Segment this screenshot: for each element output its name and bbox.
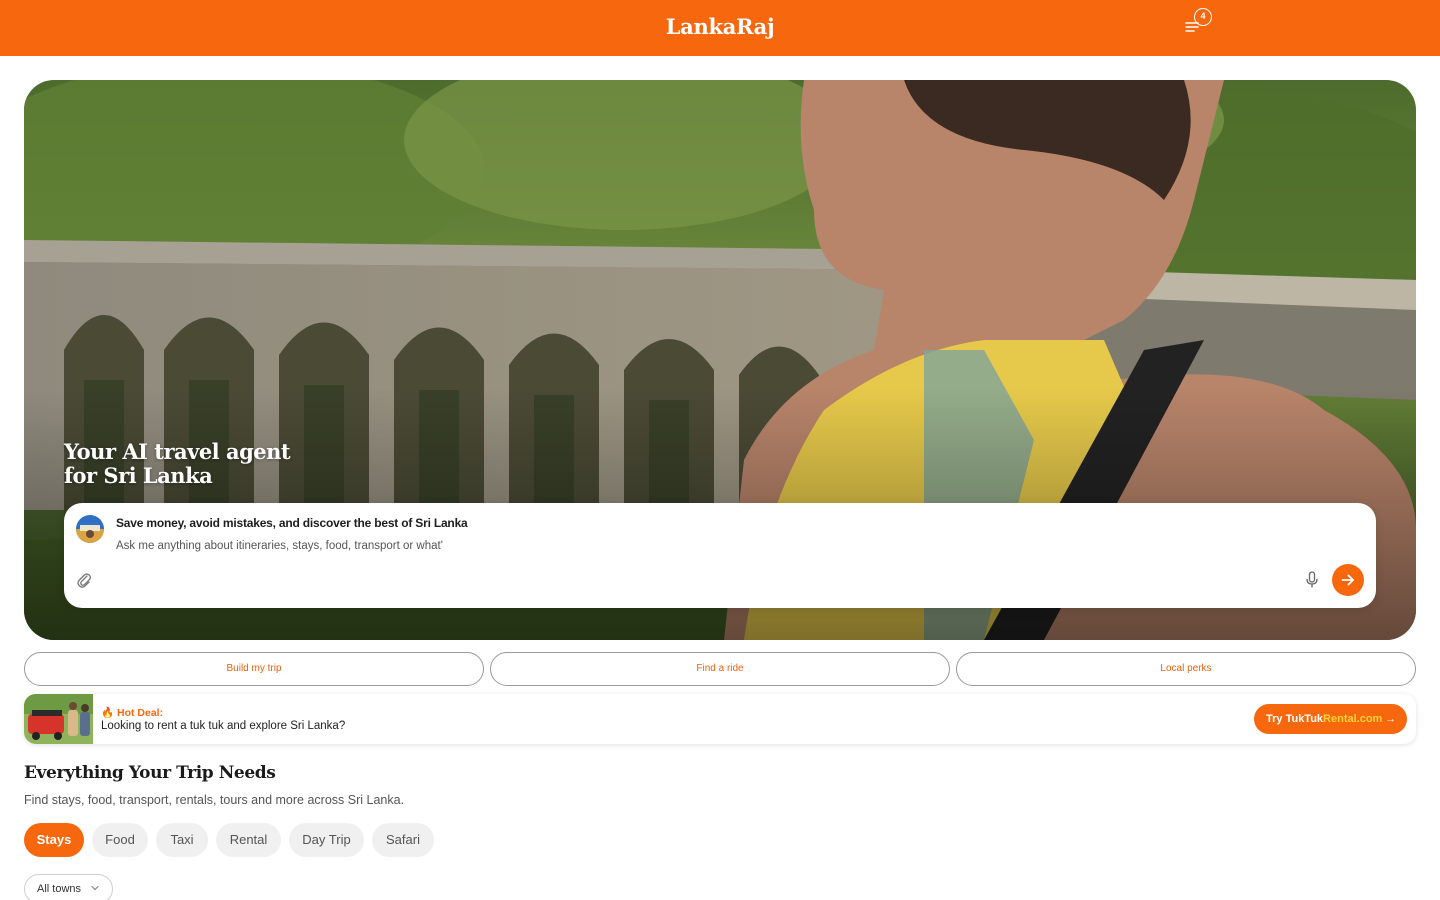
category-tab-food[interactable]: Food: [92, 823, 148, 857]
top-bar: LankaRaj 4: [0, 0, 1440, 56]
chevron-down-icon: [91, 885, 99, 891]
hero-title-line-1: Your AI travel agent: [64, 439, 291, 464]
agent-avatar: [76, 515, 104, 543]
category-tab-stays[interactable]: Stays: [24, 823, 84, 857]
deal-tag: 🔥 Hot Deal:: [101, 707, 164, 719]
town-filter-value: All towns: [37, 883, 82, 895]
cta-accent: Rental.com: [1323, 713, 1383, 725]
section-title: Everything Your Trip Needs: [24, 763, 276, 783]
town-filter-select[interactable]: All towns: [24, 874, 113, 900]
attach-button[interactable]: [76, 571, 92, 589]
cart-count-badge: 4: [1194, 8, 1212, 26]
cta-prefix: Try TukTuk: [1266, 713, 1324, 725]
tuktuk-rental-cta-button[interactable]: Try TukTukRental.com →: [1254, 704, 1407, 734]
hero-title-line-2: for Sri Lanka: [64, 463, 213, 488]
deal-text: Looking to rent a tuk tuk and explore Sr…: [101, 720, 346, 732]
category-tab-taxi[interactable]: Taxi: [156, 823, 208, 857]
ai-chat-box: Save money, avoid mistakes, and discover…: [64, 503, 1376, 608]
chat-input[interactable]: [116, 537, 476, 555]
arrow-right-icon: →: [1385, 713, 1396, 725]
category-tab-safari[interactable]: Safari: [372, 823, 434, 857]
voice-button[interactable]: [1304, 571, 1320, 589]
category-tab-rental[interactable]: Rental: [216, 823, 281, 857]
section-subtitle: Find stays, food, transport, rentals, to…: [24, 793, 405, 807]
arrow-right-icon: [1341, 574, 1354, 586]
local-perks-button[interactable]: Local perks: [956, 652, 1416, 686]
build-my-trip-button[interactable]: Build my trip: [24, 652, 484, 686]
hero-banner: Your AI travel agent for Sri Lanka Save …: [24, 80, 1416, 640]
category-tab-day-trip[interactable]: Day Trip: [289, 823, 364, 857]
paperclip-icon: [77, 573, 91, 588]
send-button[interactable]: [1332, 564, 1364, 596]
chat-heading: Save money, avoid mistakes, and discover…: [116, 516, 468, 530]
microphone-icon: [1306, 571, 1318, 588]
find-a-ride-button[interactable]: Find a ride: [490, 652, 950, 686]
brand-logo[interactable]: LankaRaj: [0, 14, 1440, 39]
hot-deal-banner: 🔥 Hot Deal: Looking to rent a tuk tuk an…: [24, 694, 1416, 744]
hero-title: Your AI travel agent for Sri Lanka: [64, 439, 291, 488]
tuk-tuk-photo: [24, 694, 93, 744]
